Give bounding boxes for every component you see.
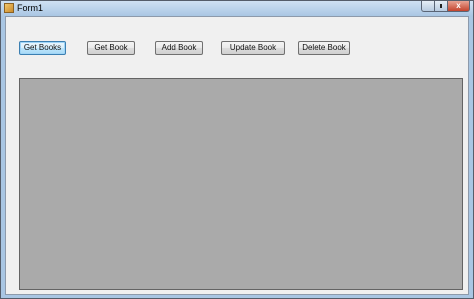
add-book-button[interactable]: Add Book xyxy=(155,41,203,55)
maximize-button[interactable] xyxy=(435,1,448,12)
get-books-button[interactable]: Get Books xyxy=(19,41,66,55)
books-data-grid[interactable] xyxy=(19,78,463,290)
form-client-area: Get Books Get Book Add Book Update Book … xyxy=(5,16,469,295)
get-book-button[interactable]: Get Book xyxy=(87,41,135,55)
form-app-icon[interactable] xyxy=(4,3,14,13)
form1-window: Form1 x Get Books Get Book Add Book Upda… xyxy=(0,0,474,299)
close-button[interactable]: x xyxy=(448,1,470,12)
delete-book-button[interactable]: Delete Book xyxy=(298,41,350,55)
close-icon: x xyxy=(456,1,461,10)
caption-buttons: x xyxy=(421,1,470,13)
update-book-button[interactable]: Update Book xyxy=(221,41,285,55)
minimize-button[interactable] xyxy=(421,1,435,12)
window-title: Form1 xyxy=(17,3,44,13)
maximize-icon xyxy=(440,4,442,8)
title-bar[interactable]: Form1 x xyxy=(1,1,473,16)
